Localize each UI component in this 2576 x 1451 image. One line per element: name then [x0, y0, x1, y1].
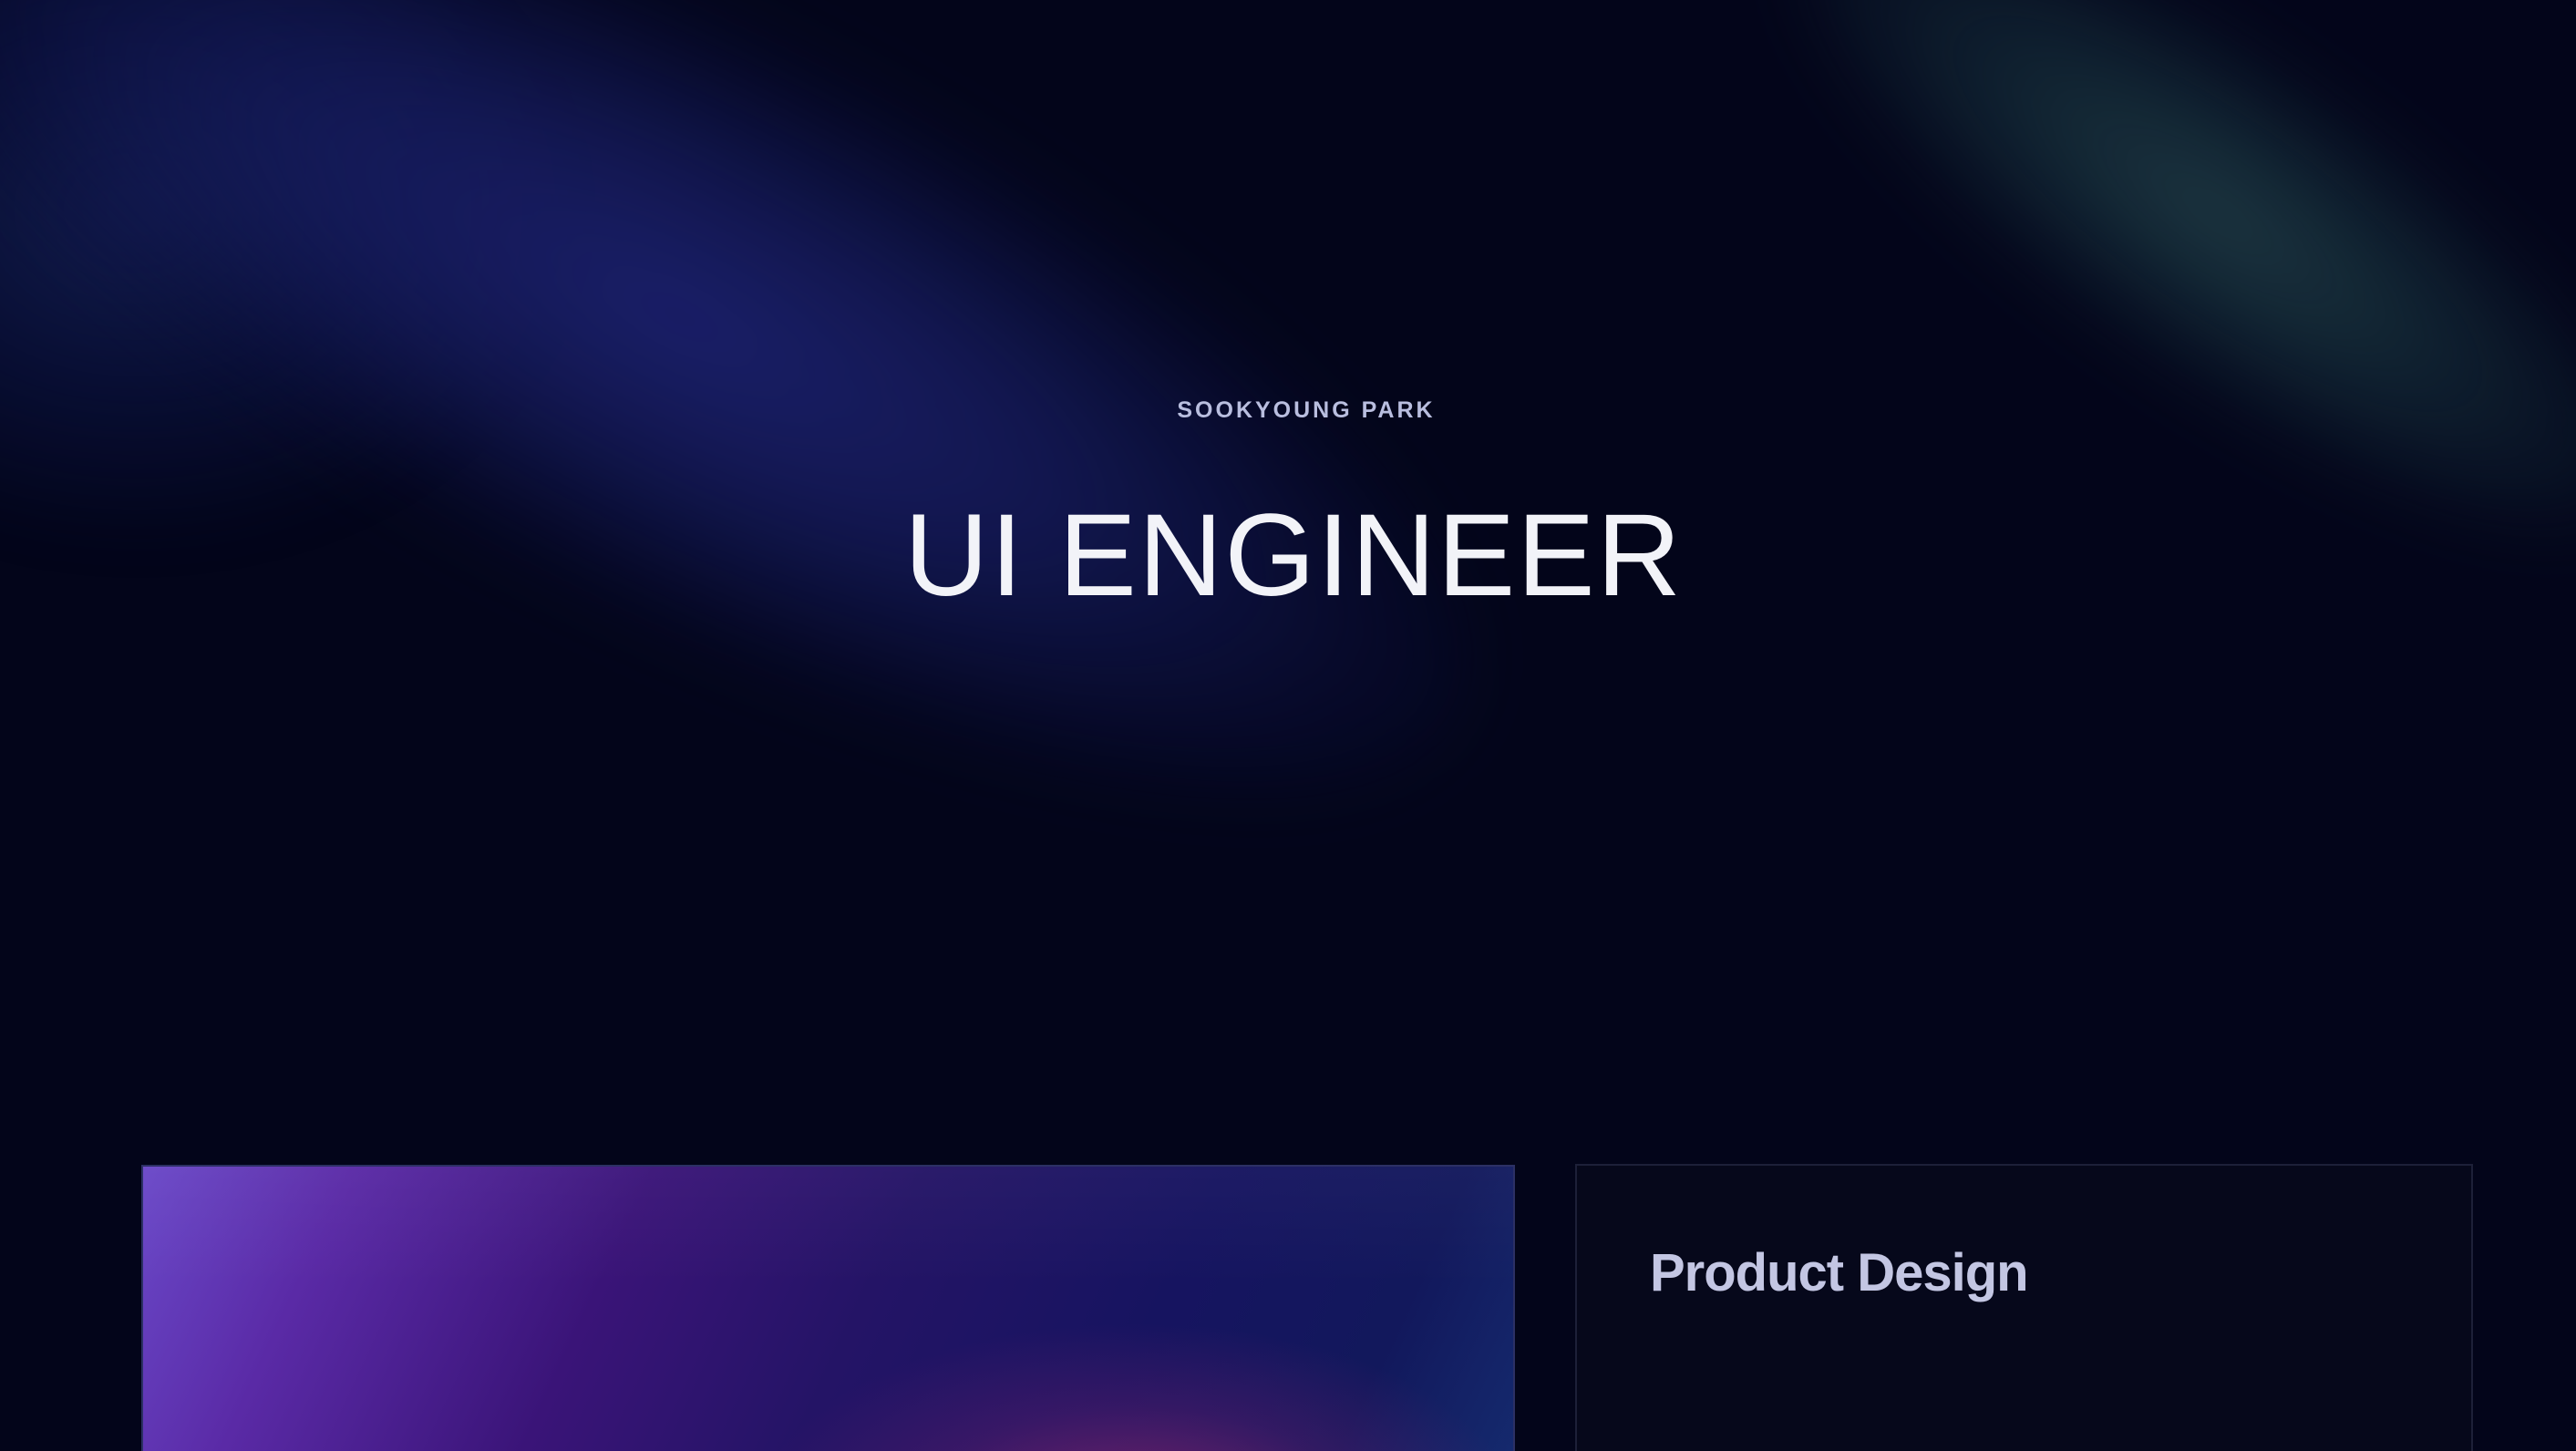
card-title: Product Design [1650, 1243, 2029, 1302]
card-image-sheen [143, 1167, 1513, 1451]
hero-eyebrow-name: SOOKYOUNG PARK [1177, 397, 1436, 423]
portfolio-page: SOOKYOUNG PARK UI ENGINEER Product Desig… [0, 0, 2576, 1451]
project-card-product-design[interactable]: Product Design [1575, 1164, 2473, 1451]
project-card-image[interactable] [141, 1165, 1515, 1451]
hero-title: UI ENGINEER [903, 490, 1684, 621]
